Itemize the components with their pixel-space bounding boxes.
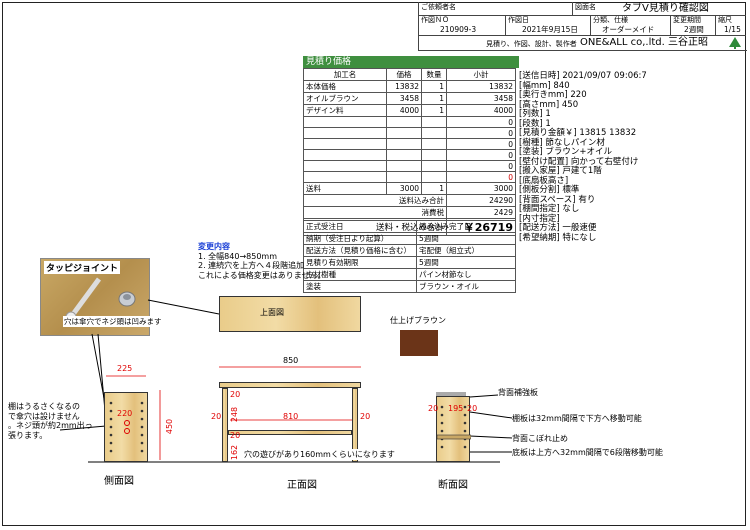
side-view-label: 側面図 <box>104 476 134 487</box>
side-note-line: 棚はうるさくなるの <box>8 402 80 411</box>
shelf-move-note: 棚板は32mm間隔で下方へ移動可能 <box>512 414 642 423</box>
bottom-move-note: 底板は上方へ32mm間隔で6段階移動可能 <box>512 448 663 457</box>
back-board-note: 背面補強板 <box>498 388 538 397</box>
side-note-line: 。ネジ頭が約2mm出っ <box>8 421 93 430</box>
dim-front-top-thick: 20 <box>230 390 241 399</box>
dim-section-width: 195 <box>448 404 464 413</box>
side-note: 棚はうるさくなるの で傘穴は設けません 。ネジ頭が約2mm出っ 張ります。 <box>8 402 93 440</box>
dim-section-thick-right: 20 <box>467 404 478 413</box>
dim-side-width: 225 <box>117 364 133 373</box>
dim-side-inner: 220 <box>117 409 133 418</box>
side-note-line: 張ります。 <box>8 430 48 440</box>
front-top-board <box>219 382 361 388</box>
dim-section-thick-left: 20 <box>428 404 439 413</box>
front-view-label: 正面図 <box>287 480 317 491</box>
hole-pattern <box>109 401 144 453</box>
front-shelf <box>228 430 352 435</box>
dim-front-shelf-thick: 20 <box>230 431 241 440</box>
dim-front-thick-right: 20 <box>360 412 371 421</box>
dim-front-width: 850 <box>283 356 299 365</box>
hole-note: 穴の遊びがあり160mmくらいになります <box>244 449 395 460</box>
dim-front-lower: 162 <box>230 444 240 461</box>
dim-front-thick-left: 20 <box>211 412 222 421</box>
side-view-panel <box>104 392 148 462</box>
section-view-label: 断面図 <box>438 480 468 491</box>
back-stop-note: 背面こぼれ止め <box>512 434 568 443</box>
dim-side-height: 450 <box>165 418 175 435</box>
side-note-line: で傘穴は設けません <box>8 411 80 421</box>
dim-front-inner: 810 <box>283 412 299 421</box>
front-left-leg <box>222 388 228 462</box>
dim-front-upper: 248 <box>230 406 240 423</box>
